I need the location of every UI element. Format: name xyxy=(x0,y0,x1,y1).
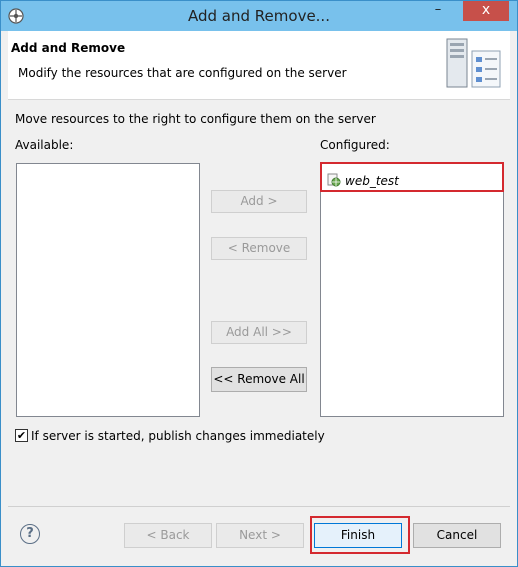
dialog-header: Add and Remove Modify the resources that… xyxy=(8,31,510,100)
highlight-frame xyxy=(310,516,410,554)
title-bar: Add and Remove... – x xyxy=(1,1,517,31)
add-all-button[interactable]: Add All >> xyxy=(211,321,307,344)
add-button[interactable]: Add > xyxy=(211,190,307,213)
next-button[interactable]: Next > xyxy=(216,523,304,548)
cancel-button[interactable]: Cancel xyxy=(413,523,501,548)
add-remove-dialog: Add and Remove... – x Add and Remove Mod… xyxy=(0,0,518,567)
header-title: Add and Remove xyxy=(11,41,126,55)
highlight-frame xyxy=(320,162,504,192)
available-label: Available: xyxy=(15,138,74,152)
header-subtitle: Modify the resources that are configured… xyxy=(18,66,347,80)
back-button[interactable]: < Back xyxy=(124,523,212,548)
remove-all-button[interactable]: << Remove All xyxy=(211,367,307,392)
minimize-button[interactable]: – xyxy=(425,1,451,21)
publish-checkbox[interactable]: ✔ xyxy=(15,429,28,442)
help-icon[interactable]: ? xyxy=(20,524,40,544)
footer-divider xyxy=(8,506,510,507)
instruction-text: Move resources to the right to configure… xyxy=(15,112,376,126)
publish-checkbox-label: If server is started, publish changes im… xyxy=(31,429,325,443)
configured-label: Configured: xyxy=(320,138,390,152)
configured-list[interactable]: web_test xyxy=(320,163,504,417)
dialog-content: Add and Remove Modify the resources that… xyxy=(8,31,510,561)
remove-button[interactable]: < Remove xyxy=(211,237,307,260)
available-list[interactable] xyxy=(16,163,200,417)
close-button[interactable]: x xyxy=(463,1,509,21)
server-banner-icon xyxy=(446,38,501,88)
